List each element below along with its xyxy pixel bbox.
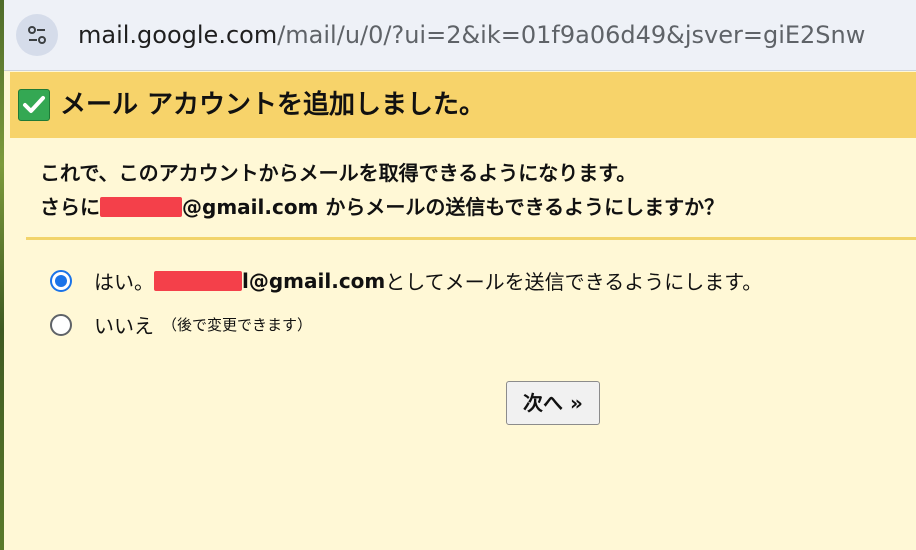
divider — [26, 237, 916, 240]
browser-address-bar: mail.google.com/mail/u/0/?ui=2&ik=01f9a0… — [4, 0, 916, 71]
intro-text: これで、このアカウントからメールを取得できるようになります。 さらに @gmail… — [40, 156, 724, 224]
option-yes-rest: としてメールを送信できるようにします。 — [385, 270, 763, 294]
url-field[interactable]: mail.google.com/mail/u/0/?ui=2&ik=01f9a0… — [78, 19, 865, 51]
success-header: メール アカウントを追加しました。 — [10, 72, 916, 138]
redacted-text — [154, 270, 242, 291]
url-path: /mail/u/0/?ui=2&ik=01f9a06d49&jsver=giE2… — [277, 21, 866, 49]
redacted-text — [100, 197, 182, 217]
option-yes-email: l@gmail.com — [242, 268, 386, 293]
intro-question: からメールの送信もできるようにしますか？ — [318, 195, 725, 219]
radio-no[interactable] — [50, 313, 72, 336]
intro-line-2: さらに @gmail.com からメールの送信もできるようにしますか？ — [40, 190, 724, 224]
radio-yes[interactable] — [50, 269, 72, 292]
content-panel: これで、このアカウントからメールを取得できるようになります。 さらに @gmail… — [10, 138, 916, 550]
desktop-background-edge — [0, 0, 4, 550]
option-no[interactable]: いいえ （後で変更できます） — [50, 310, 312, 339]
next-button[interactable]: 次へ » — [506, 381, 600, 425]
page-title: メール アカウントを追加しました。 — [60, 90, 486, 120]
checkmark-icon — [18, 89, 50, 121]
url-host: mail.google.com — [78, 21, 278, 49]
intro-line-1: これで、このアカウントからメールを取得できるようになります。 — [40, 161, 637, 185]
tune-icon — [28, 26, 46, 44]
intro-prefix: さらに — [40, 195, 100, 219]
option-yes-prefix: はい。 — [94, 270, 154, 294]
option-yes[interactable]: はい。 l@gmail.com としてメールを送信できるようにします。 — [50, 266, 762, 295]
site-info-button[interactable] — [16, 14, 58, 56]
option-no-note: （後で変更できます） — [162, 316, 313, 334]
option-no-label: いいえ — [94, 314, 154, 338]
intro-email-suffix: @gmail.com — [182, 195, 319, 219]
